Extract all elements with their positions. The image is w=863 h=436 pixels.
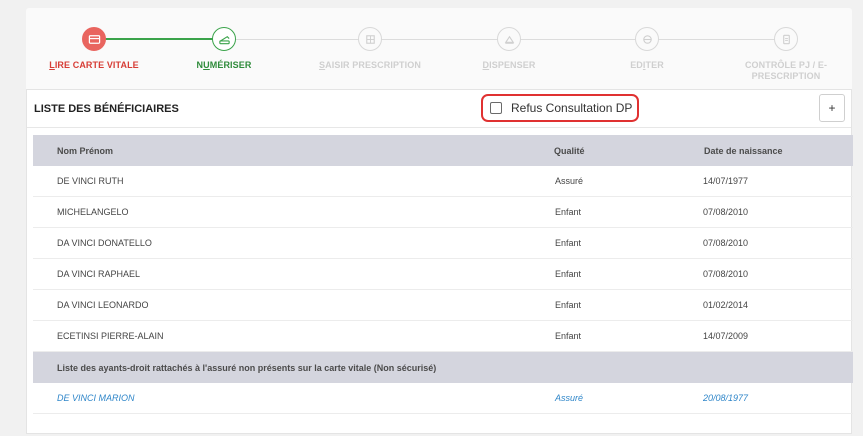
cell-dob: 14/07/2009 bbox=[703, 331, 749, 341]
step-saisir-prescription[interactable]: SAISIR PRESCRIPTION bbox=[295, 27, 445, 71]
step-controle-pj[interactable]: CONTRÔLE PJ / E- PRESCRIPTION bbox=[711, 27, 861, 82]
cell-dob: 01/02/2014 bbox=[703, 300, 749, 310]
cell-name: DA VINCI RAPHAEL bbox=[57, 269, 141, 279]
cell-qualite: Enfant bbox=[555, 238, 582, 248]
panel-header: LISTE DES BÉNÉFICIAIRES Refus Consultati… bbox=[27, 90, 851, 128]
column-header-name[interactable]: Nom Prénom bbox=[33, 146, 518, 156]
beneficiaries-table: Nom Prénom Qualité Date de naissance DE … bbox=[33, 135, 853, 414]
refus-consultation-dp[interactable]: Refus Consultation DP bbox=[481, 94, 639, 122]
cell-name: DE VINCI RUTH bbox=[57, 176, 124, 186]
cell-qualite: Assuré bbox=[555, 393, 584, 403]
card-icon bbox=[82, 27, 106, 51]
step-editer[interactable]: EDITER bbox=[572, 27, 722, 71]
cell-qualite: Enfant bbox=[555, 300, 582, 310]
edit-icon bbox=[635, 27, 659, 51]
cell-name: DA VINCI DONATELLO bbox=[57, 238, 152, 248]
grid-icon bbox=[358, 27, 382, 51]
panel-title: LISTE DES BÉNÉFICIAIRES bbox=[34, 103, 179, 115]
cell-name: DE VINCI MARION bbox=[57, 393, 135, 403]
step-lire-carte-vitale[interactable]: LIRE CARTE VITALE bbox=[19, 27, 169, 71]
cell-qualite: Enfant bbox=[555, 331, 582, 341]
table-row[interactable]: DA VINCI RAPHAEL Enfant 07/08/2010 bbox=[33, 259, 853, 290]
column-header-qualite[interactable]: Qualité bbox=[518, 146, 633, 156]
cell-dob: 07/08/2010 bbox=[703, 207, 749, 217]
nonsecure-section-header: Liste des ayants-droit rattachés à l'ass… bbox=[33, 352, 853, 383]
step-numeriser[interactable]: NUMÉRISER bbox=[149, 27, 299, 71]
cell-name: ECETINSI PIERRE-ALAIN bbox=[57, 331, 164, 341]
document-icon bbox=[774, 27, 798, 51]
cell-dob: 07/08/2010 bbox=[703, 269, 749, 279]
refus-checkbox[interactable] bbox=[490, 102, 502, 114]
cell-qualite: Enfant bbox=[555, 207, 582, 217]
table-row-nonsecure[interactable]: DE VINCI MARION Assuré 20/08/1977 bbox=[33, 383, 853, 414]
cell-dob: 07/08/2010 bbox=[703, 238, 749, 248]
step-label: LIRE CARTE VITALE bbox=[49, 60, 139, 70]
table-row[interactable]: DA VINCI DONATELLO Enfant 07/08/2010 bbox=[33, 228, 853, 259]
workflow-stepper: LIRE CARTE VITALE NUMÉRISER SAISIR PRESC… bbox=[26, 8, 852, 92]
add-beneficiary-button[interactable]: + bbox=[819, 94, 845, 122]
step-dispenser[interactable]: DISPENSER bbox=[434, 27, 584, 71]
cell-dob: 14/07/1977 bbox=[703, 176, 749, 186]
step-label: CONTRÔLE PJ / E- PRESCRIPTION bbox=[744, 60, 828, 81]
refus-label: Refus Consultation DP bbox=[511, 101, 633, 115]
step-label: DISPENSER bbox=[482, 60, 536, 70]
cell-name: MICHELANGELO bbox=[57, 207, 129, 217]
step-label: NUMÉRISER bbox=[196, 60, 252, 70]
pill-icon bbox=[497, 27, 521, 51]
table-row[interactable]: ECETINSI PIERRE-ALAIN Enfant 14/07/2009 bbox=[33, 321, 853, 352]
table-row[interactable]: DA VINCI LEONARDO Enfant 01/02/2014 bbox=[33, 290, 853, 321]
step-label: SAISIR PRESCRIPTION bbox=[319, 60, 421, 70]
table-row[interactable]: DE VINCI RUTH Assuré 14/07/1977 bbox=[33, 166, 853, 197]
cell-qualite: Assuré bbox=[555, 176, 584, 186]
cell-name: DA VINCI LEONARDO bbox=[57, 300, 149, 310]
cell-qualite: Enfant bbox=[555, 269, 582, 279]
cell-dob: 20/08/1977 bbox=[703, 393, 749, 403]
beneficiaries-panel: LISTE DES BÉNÉFICIAIRES Refus Consultati… bbox=[26, 89, 853, 434]
column-header-dob[interactable]: Date de naissance bbox=[633, 146, 853, 156]
scanner-icon bbox=[212, 27, 236, 51]
table-row[interactable]: MICHELANGELO Enfant 07/08/2010 bbox=[33, 197, 853, 228]
table-header: Nom Prénom Qualité Date de naissance bbox=[33, 135, 853, 166]
step-label: EDITER bbox=[630, 60, 664, 70]
